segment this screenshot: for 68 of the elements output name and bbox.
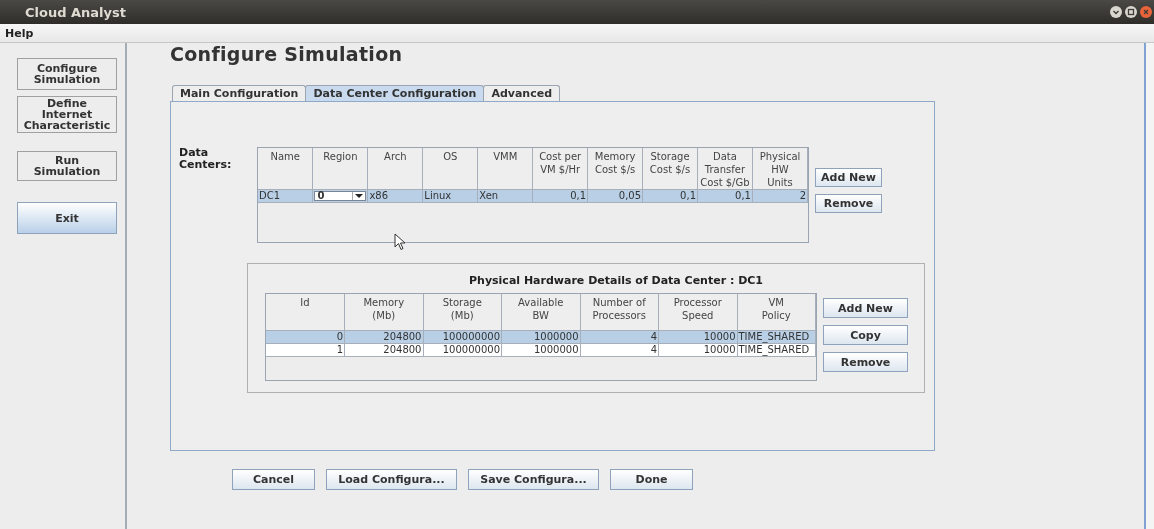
table-cell: 204800 — [344, 343, 423, 357]
sidebar-button[interactable]: Define Internet Characteristic — [17, 96, 117, 133]
sidebar-button[interactable]: Configure Simulation — [17, 58, 117, 90]
table-cell: TIME_SHARED — [737, 330, 816, 344]
column-header[interactable]: Storage (Mb) — [423, 294, 502, 331]
action-button[interactable]: Remove — [815, 194, 882, 213]
footer-button[interactable]: Done — [610, 469, 693, 490]
footer-button[interactable]: Load Configura... — [326, 469, 457, 490]
table-cell: Xen — [477, 189, 533, 203]
table-cell: 4 — [580, 330, 659, 344]
column-header[interactable]: Name — [258, 148, 313, 190]
table-cell: 100000000 — [423, 330, 502, 344]
region-dropdown[interactable]: 0 — [314, 191, 367, 201]
table-cell: Linux — [422, 189, 478, 203]
footer-button[interactable]: Save Configura... — [468, 469, 599, 490]
column-header[interactable]: Arch — [367, 148, 423, 190]
action-button[interactable]: Add New — [815, 168, 882, 187]
page-title: Configure Simulation — [170, 43, 404, 65]
table-cell: 1000000 — [501, 343, 580, 357]
tab[interactable]: Main Configuration — [172, 85, 307, 101]
table-cell: 0 — [266, 330, 345, 344]
column-header[interactable]: Number of Processors — [580, 294, 659, 331]
action-button[interactable]: Add New — [823, 298, 908, 318]
table-cell: 100000000 — [423, 343, 502, 357]
column-header[interactable]: VM Policy — [737, 294, 816, 331]
data-centers-label: Data Centers: — [178, 147, 233, 173]
table-cell: 0,1 — [532, 189, 588, 203]
sidebar-button[interactable]: Exit — [17, 202, 117, 234]
footer-button[interactable]: Cancel — [232, 469, 315, 490]
column-header[interactable]: VMM — [477, 148, 533, 190]
sidebar-button[interactable]: Run Simulation — [17, 151, 117, 181]
column-header[interactable]: Available BW — [501, 294, 580, 331]
table-cell: DC1 — [258, 189, 313, 203]
column-header[interactable]: Physical HW Units — [752, 148, 808, 190]
scrollbar[interactable] — [1144, 43, 1154, 529]
column-header[interactable]: Cost per VM $/Hr — [532, 148, 588, 190]
table-cell: 0,1 — [642, 189, 698, 203]
table-cell: 204800 — [344, 330, 423, 344]
menu-item[interactable]: Help — [0, 26, 39, 40]
minimize-icon[interactable] — [1110, 6, 1122, 18]
column-header[interactable]: Id — [266, 294, 345, 331]
table-cell: 10000 — [658, 330, 737, 344]
close-icon[interactable] — [1140, 6, 1152, 18]
table-cell: 1 — [266, 343, 345, 357]
window-title: Cloud Analyst — [24, 4, 126, 20]
table-cell: 10000 — [658, 343, 737, 357]
table-cell: 1000000 — [501, 330, 580, 344]
column-header[interactable]: Data Transfer Cost $/Gb — [697, 148, 753, 190]
table-cell: TIME_SHARED — [737, 343, 816, 357]
table-cell: 0,05 — [587, 189, 643, 203]
column-header[interactable]: Memory (Mb) — [344, 294, 423, 331]
action-button[interactable]: Copy — [823, 325, 908, 345]
table-cell: 2 — [752, 189, 808, 203]
column-header[interactable]: Storage Cost $/s — [642, 148, 698, 190]
mouse-pointer-icon — [394, 233, 406, 251]
maximize-icon[interactable] — [1125, 6, 1137, 18]
column-header[interactable]: Processor Speed — [658, 294, 737, 331]
tab[interactable]: Advanced — [483, 85, 561, 101]
table-cell: 4 — [580, 343, 659, 357]
table-cell: x86 — [367, 189, 423, 203]
column-header[interactable]: OS — [422, 148, 478, 190]
tab[interactable]: Data Center Configuration — [305, 85, 485, 101]
caret-icon — [352, 192, 366, 200]
panel-title: Physical Hardware Details of Data Center : DC1 — [468, 274, 764, 287]
table-cell: 0,1 — [697, 189, 753, 203]
action-button[interactable]: Remove — [823, 352, 908, 372]
column-header[interactable]: Region — [312, 148, 368, 190]
column-header[interactable]: Memory Cost $/s — [587, 148, 643, 190]
